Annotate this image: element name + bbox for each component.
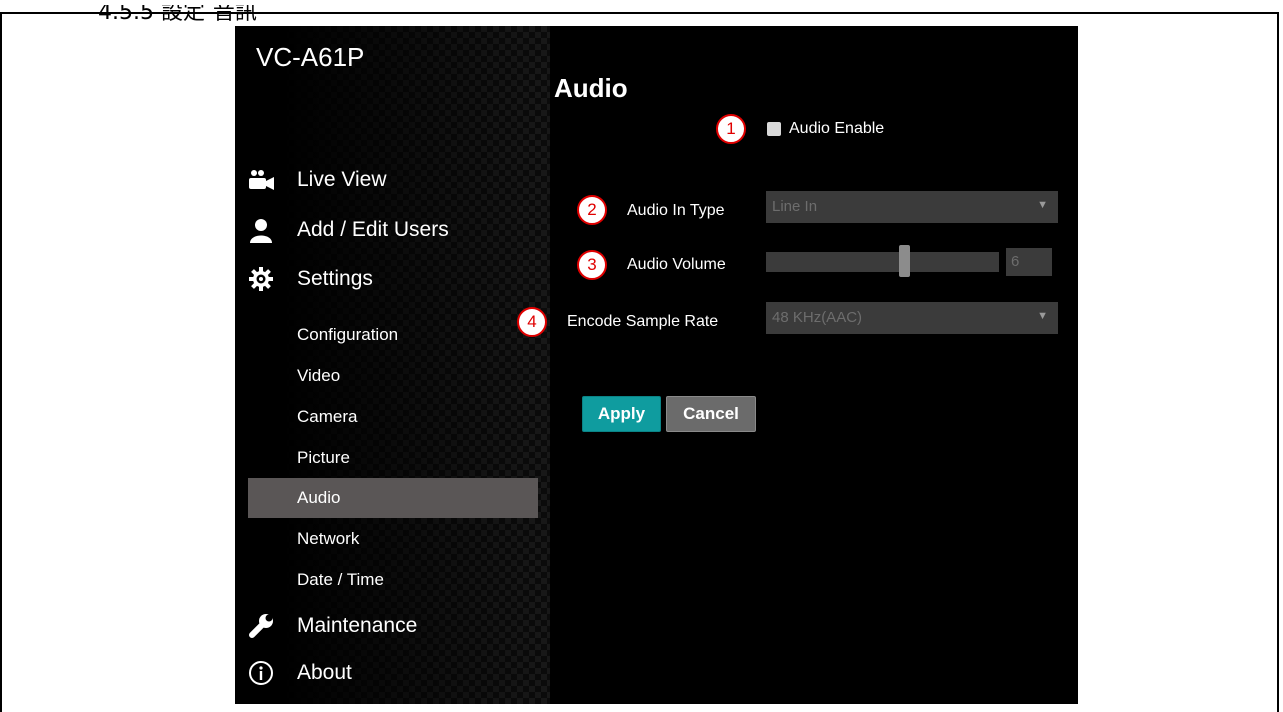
nav-sub-configuration[interactable]: Configuration [248, 315, 538, 355]
audio-enable-checkbox[interactable] [767, 122, 781, 136]
encode-sample-rate-select[interactable]: 48 KHz(AAC) ▼ [766, 302, 1058, 334]
callout-marker-2: 2 [577, 195, 607, 225]
nav-live-view-label: Live View [297, 168, 387, 191]
dropdown-arrow-icon: ▼ [1037, 310, 1048, 322]
audio-in-type-label: Audio In Type [627, 202, 725, 219]
encode-sample-rate-value: 48 KHz(AAC) [772, 309, 863, 326]
nav-settings[interactable]: Settings [247, 259, 373, 299]
nav-sub-camera[interactable]: Camera [248, 397, 538, 437]
web-ui-window: VC-A61P Live View Add / Edit Users Setti… [235, 26, 1078, 704]
nav-sub-network[interactable]: Network [248, 519, 538, 559]
audio-volume-slider-thumb[interactable] [899, 245, 910, 277]
gear-icon [247, 265, 275, 293]
audio-volume-slider-track[interactable] [766, 252, 999, 272]
nav-about-label: About [297, 661, 352, 684]
nav-settings-label: Settings [297, 267, 373, 290]
nav-live-view[interactable]: Live View [247, 160, 387, 200]
audio-in-type-value: Line In [772, 198, 818, 215]
nav-sub-audio[interactable]: Audio [248, 478, 538, 518]
nav-about[interactable]: About [247, 653, 352, 693]
audio-volume-value-field[interactable]: 6 [1006, 248, 1052, 276]
dropdown-arrow-icon: ▼ [1037, 199, 1048, 211]
audio-in-type-select[interactable]: Line In ▼ [766, 191, 1058, 223]
encode-sample-rate-label: Encode Sample Rate [567, 313, 719, 330]
cancel-button[interactable]: Cancel [666, 396, 756, 432]
nav-maintenance-label: Maintenance [297, 614, 418, 637]
model-name: VC-A61P [256, 42, 365, 72]
info-icon [247, 659, 275, 687]
wrench-icon [247, 612, 275, 640]
callout-marker-3: 3 [577, 250, 607, 280]
user-icon [247, 216, 275, 244]
nav-add-edit-users[interactable]: Add / Edit Users [247, 210, 449, 250]
callout-marker-4: 4 [517, 307, 547, 337]
apply-button[interactable]: Apply [582, 396, 661, 432]
nav-maintenance[interactable]: Maintenance [247, 606, 417, 646]
audio-volume-label: Audio Volume [627, 256, 726, 273]
nav-sub-date-time[interactable]: Date / Time [248, 560, 538, 600]
video-camera-icon [247, 166, 275, 194]
nav-sub-picture[interactable]: Picture [248, 438, 538, 478]
page-title: Audio [554, 73, 628, 103]
nav-sub-video[interactable]: Video [248, 356, 538, 396]
nav-add-edit-users-label: Add / Edit Users [297, 218, 449, 241]
document-heading: 4.5.5 設定-音訊 [98, 5, 257, 25]
audio-enable-label: Audio Enable [789, 120, 885, 137]
callout-marker-1: 1 [716, 114, 746, 144]
